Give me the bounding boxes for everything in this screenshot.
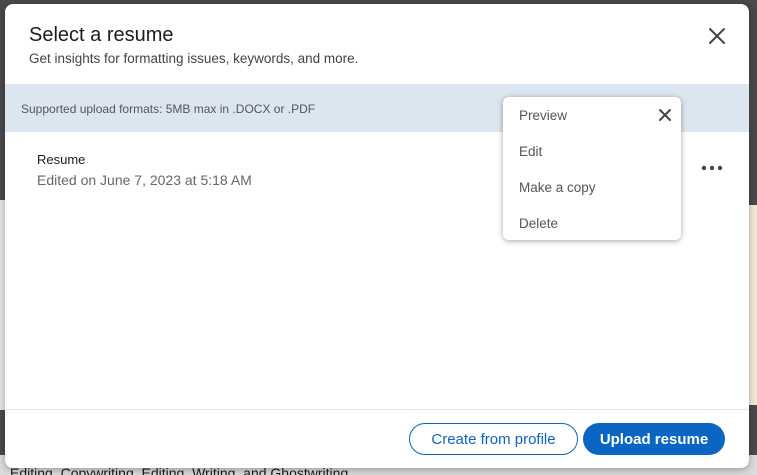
more-horizontal-icon: [701, 165, 723, 171]
close-modal-button[interactable]: [705, 24, 729, 48]
menu-item-delete[interactable]: Delete: [519, 216, 558, 231]
modal-subtitle: Get insights for formatting issues, keyw…: [29, 51, 359, 66]
menu-close-button[interactable]: [657, 107, 673, 123]
select-resume-modal: Select a resume Get insights for formatt…: [5, 4, 749, 468]
create-from-profile-button[interactable]: Create from profile: [409, 423, 578, 455]
close-icon: [659, 109, 671, 121]
resume-actions-menu: Preview Edit Make a copy Delete: [503, 97, 681, 240]
modal-footer: Create from profile Upload resume: [5, 409, 749, 468]
modal-header: Select a resume Get insights for formatt…: [5, 4, 749, 84]
background-page-right: [749, 205, 757, 405]
close-icon: [709, 28, 725, 44]
upload-resume-button[interactable]: Upload resume: [583, 423, 725, 455]
menu-item-preview[interactable]: Preview: [519, 108, 567, 123]
resume-name: Resume: [37, 152, 86, 167]
modal-title: Select a resume: [29, 24, 174, 46]
resume-more-button[interactable]: [699, 161, 725, 175]
resume-edited-date: Edited on June 7, 2023 at 5:18 AM: [37, 172, 252, 188]
menu-item-edit[interactable]: Edit: [519, 144, 542, 159]
menu-item-make-copy[interactable]: Make a copy: [519, 180, 596, 195]
upload-formats-text: Supported upload formats: 5MB max in .DO…: [21, 102, 316, 116]
